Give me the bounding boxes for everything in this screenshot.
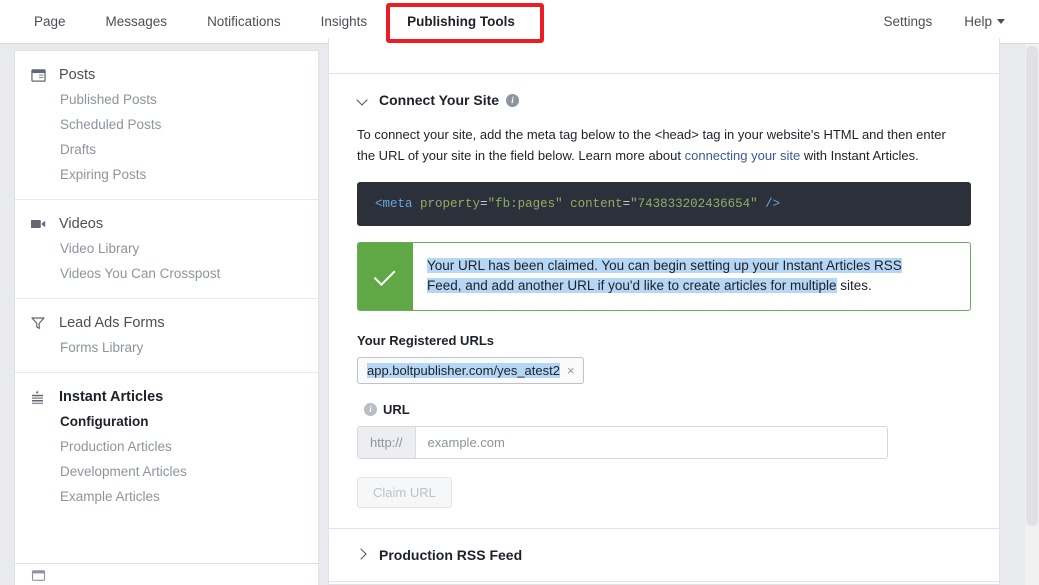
sidebar-group-posts: Posts Published Posts Scheduled Posts Dr… xyxy=(15,51,318,200)
claim-url-button[interactable]: Claim URL xyxy=(357,476,452,508)
panel-top-stub-row xyxy=(329,38,999,74)
chevron-down-icon xyxy=(997,19,1005,25)
connecting-your-site-link[interactable]: connecting your site xyxy=(685,148,801,163)
help-label: Help xyxy=(964,13,992,29)
url-field-label: URL xyxy=(383,401,410,417)
connect-your-site-section: Connect Your Site i To connect your site… xyxy=(329,74,999,528)
code-attr1-name: property xyxy=(420,197,481,212)
funnel-icon xyxy=(31,316,51,330)
sidebar-item-expiring-posts[interactable]: Expiring Posts xyxy=(15,162,318,187)
sidebar-item-partial[interactable] xyxy=(15,564,318,585)
sidebar-item-instant-articles[interactable]: Instant Articles xyxy=(15,385,318,409)
sidebar-item-production-articles[interactable]: Production Articles xyxy=(15,434,318,459)
tab-insights[interactable]: Insights xyxy=(301,0,388,44)
url-claimed-success-banner: Your URL has been claimed. You can begin… xyxy=(357,242,971,311)
tab-publishing-tools[interactable]: Publishing Tools xyxy=(387,0,535,44)
connect-your-site-title: Connect Your Site xyxy=(379,92,500,108)
top-nav-right-group: Settings Help xyxy=(867,0,1039,44)
page-scrollbar-track[interactable] xyxy=(1025,44,1039,585)
url-input-group: http:// xyxy=(357,425,888,459)
registered-url-chip[interactable]: app.boltpublisher.com/yes_atest2 × xyxy=(357,356,584,384)
sidebar-item-published-posts[interactable]: Published Posts xyxy=(15,87,318,112)
sidebar-item-posts[interactable]: Posts xyxy=(15,63,318,87)
sidebar-item-forms-library[interactable]: Forms Library xyxy=(15,335,318,360)
info-icon[interactable]: i xyxy=(364,402,377,416)
settings-link[interactable]: Settings xyxy=(867,0,948,44)
sidebar-label-instant-articles: Instant Articles xyxy=(59,389,164,405)
tab-notifications[interactable]: Notifications xyxy=(187,0,301,44)
top-nav-left-group: Page Messages Notifications Insights Pub… xyxy=(0,0,535,44)
banner-line-2: Feed, and add another URL if you'd like … xyxy=(427,278,837,294)
url-field-label-row: i URL xyxy=(357,402,971,417)
sidebar-item-scheduled-posts[interactable]: Scheduled Posts xyxy=(15,112,318,137)
chevron-right-icon[interactable] xyxy=(357,549,369,561)
sidebar-item-development-articles[interactable]: Development Articles xyxy=(15,459,318,484)
code-tag-close: /> xyxy=(765,197,781,212)
sidebar-item-video-library[interactable]: Video Library xyxy=(15,236,318,261)
sidebar-label-lead-ads-forms: Lead Ads Forms xyxy=(59,315,165,331)
sidebar-group-instant-articles: Instant Articles Configuration Productio… xyxy=(15,373,318,521)
panel-bottom-edge xyxy=(329,580,999,584)
code-attr2-value: "743833202436654" xyxy=(630,197,758,212)
production-rss-feed-header[interactable]: Production RSS Feed xyxy=(329,529,999,581)
sidebar-item-configuration[interactable]: Configuration xyxy=(15,409,318,434)
sidebar-item-example-articles[interactable]: Example Articles xyxy=(15,484,318,509)
posts-icon xyxy=(31,68,51,83)
meta-tag-code-block[interactable]: <meta property="fb:pages" content="74383… xyxy=(357,182,971,227)
sidebar-item-videos-crosspost[interactable]: Videos You Can Crosspost xyxy=(15,261,318,286)
check-icon xyxy=(373,263,396,286)
facebook-publishing-tools-screen: Page Messages Notifications Insights Pub… xyxy=(0,0,1039,585)
url-protocol-prefix: http:// xyxy=(358,426,416,458)
publishing-tools-sidebar: Posts Published Posts Scheduled Posts Dr… xyxy=(14,50,319,585)
banner-line-1: Your URL has been claimed. You can begin… xyxy=(427,258,902,274)
sidebar-group-partial-below-fold xyxy=(14,563,319,585)
sidebar-label-posts: Posts xyxy=(59,67,96,83)
production-rss-feed-title: Production RSS Feed xyxy=(379,546,523,563)
sidebar-label-videos: Videos xyxy=(59,216,104,232)
configuration-main-panel: Connect Your Site i To connect your site… xyxy=(328,38,1000,585)
sidebar-group-lead-ads-forms: Lead Ads Forms Forms Library xyxy=(15,299,318,373)
code-tag-open: <meta xyxy=(375,197,413,212)
page-scrollbar-thumb[interactable] xyxy=(1026,46,1038,526)
info-icon[interactable]: i xyxy=(506,93,520,107)
url-input[interactable] xyxy=(415,426,887,458)
description-part-2: with Instant Articles. xyxy=(800,148,919,164)
partial-section-icon xyxy=(31,570,51,582)
sidebar-item-drafts[interactable]: Drafts xyxy=(15,137,318,162)
video-camera-icon xyxy=(31,218,51,230)
banner-line-2-tail: sites. xyxy=(836,278,872,294)
instant-articles-icon xyxy=(31,390,51,405)
code-attr1-value: "fb:pages" xyxy=(487,197,563,212)
sidebar-item-videos[interactable]: Videos xyxy=(15,212,318,236)
registered-urls-label: Your Registered URLs xyxy=(357,332,495,348)
sidebar-item-lead-ads-forms[interactable]: Lead Ads Forms xyxy=(15,311,318,335)
tab-page[interactable]: Page xyxy=(14,0,86,44)
sidebar-group-videos: Videos Video Library Videos You Can Cros… xyxy=(15,200,318,299)
connect-your-site-description: To connect your site, add the meta tag b… xyxy=(357,124,957,166)
connect-your-site-header[interactable]: Connect Your Site i xyxy=(357,92,971,108)
registered-url-value: app.boltpublisher.com/yes_atest2 xyxy=(367,362,560,378)
banner-message: Your URL has been claimed. You can begin… xyxy=(413,243,918,310)
chevron-down-icon[interactable] xyxy=(357,94,369,106)
code-attr2-name: content xyxy=(570,197,623,212)
help-menu[interactable]: Help xyxy=(948,0,1021,44)
banner-icon-area xyxy=(358,243,413,310)
tab-messages[interactable]: Messages xyxy=(86,0,188,44)
close-icon[interactable]: × xyxy=(567,363,575,378)
